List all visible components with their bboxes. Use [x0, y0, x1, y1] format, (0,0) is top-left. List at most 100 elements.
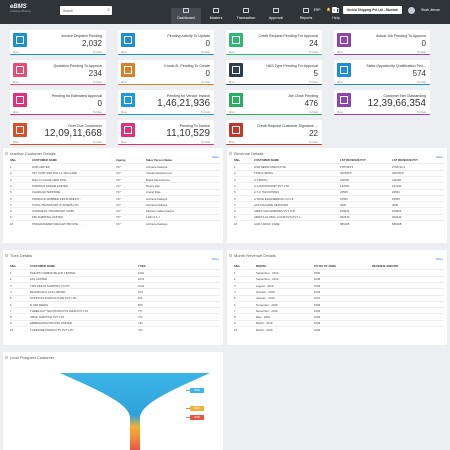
table-cell: 10 [10, 220, 32, 227]
tile-accent-bar [226, 83, 322, 85]
tile-value: 12,09,11,668 [44, 128, 102, 139]
table-cell: THRIDDRE PRODUCTS PVT. LTD [30, 326, 138, 333]
approval-icon [273, 8, 279, 13]
table-cell [372, 326, 444, 333]
tile-value: 12,39,66,354 [367, 98, 426, 109]
table-row[interactable]: 10 PROGRAMMED FREIGHT PRIVATE ... 727 Archa… [10, 220, 220, 227]
tile-icon [337, 63, 351, 77]
panel-title: Inactive Customer Details [10, 151, 56, 156]
tile-icon [229, 33, 243, 47]
tile-icon [121, 33, 135, 47]
kpi-tile[interactable]: Quotation Pending To Approve 234 More To Da… [10, 60, 106, 85]
erp-link[interactable]: ERP [314, 8, 321, 12]
revenue-panel: Revenue Details More SNo. CUSTOMER NAME … [227, 148, 447, 243]
tile-icon [13, 33, 27, 47]
month-revenue-table: SNo. MONTH TO NO OF JOBS REVENUE AMOUNT … [234, 264, 444, 333]
tile-accent-bar [10, 83, 106, 85]
kpi-tile[interactable]: Knock Al. Pending To Create 0 More To Date [118, 60, 214, 85]
notification-count: 0 [331, 7, 337, 13]
company-selector[interactable]: Orchid Shipping Pvt Ltd - Mumbai [342, 6, 402, 14]
tile-icon [337, 33, 351, 47]
tile-title: Pending for Estimated Approval [51, 94, 102, 98]
tile-accent-bar [334, 83, 430, 85]
tile-title: Job Close Pending [287, 94, 318, 98]
table-row[interactable]: 10 THRIDDRE PRODUCTS PVT. LTD 701 [10, 326, 220, 333]
tues-table: SNo. CUSTOMER NAME TUES 1 PHILIPS CARBON … [10, 264, 220, 333]
kpi-tile[interactable]: Actual Job Pending To Approve 0 More To Dat… [334, 30, 430, 55]
kpi-tile[interactable]: Pending for Vendor Invoice 1,46,21,936 Mor… [118, 90, 214, 115]
nav-approval[interactable]: Approval [261, 8, 291, 24]
tile-value: 1,46,21,936 [157, 98, 210, 109]
table-cell: 701 [138, 326, 220, 333]
kpi-tile[interactable]: Over Due Customers 12,09,11,668 More To Dat… [10, 120, 106, 145]
top-bar: eBMS enabling efficiency Search ⌕ Dashboa… [0, 0, 450, 24]
tile-accent-bar [118, 143, 214, 145]
avatar[interactable] [407, 6, 415, 14]
tile-icon [13, 63, 27, 77]
bell-icon[interactable]: 🔔 0 [327, 7, 337, 13]
table-row[interactable]: 10 March - 2019 1009 [234, 326, 444, 333]
table-cell: 1009 [314, 326, 372, 333]
tile-value: 574 [412, 69, 426, 78]
search-icon[interactable]: ⌕ [107, 7, 110, 13]
table-cell: Archana Kadaiya [146, 220, 220, 227]
top-right-tools: ERP 🔔 0 Orchid Shipping Pvt Ltd - Mumbai… [308, 6, 440, 14]
tile-value: 2,032 [81, 39, 102, 48]
search-input[interactable]: Search ⌕ [60, 6, 112, 15]
nav-masters[interactable]: Masters [201, 8, 231, 24]
kpi-tile[interactable]: H&S Type Pending For Approval 5 More To Dat… [226, 60, 322, 85]
info-icon [229, 253, 232, 257]
more-link[interactable]: More [212, 257, 219, 261]
tile-icon [13, 93, 27, 107]
legend-item: 3500 [186, 388, 204, 393]
tile-value: 22 [309, 129, 318, 138]
tile-icon [13, 123, 27, 137]
tile-icon [229, 123, 243, 137]
kpi-tile[interactable]: Pending To Invoice 11,10,529 More To Date [118, 120, 214, 145]
info-icon [229, 151, 232, 155]
tile-accent-bar [118, 53, 214, 55]
transaction-icon [243, 8, 249, 13]
panel-title: Month Revenue Details [234, 253, 276, 258]
tile-icon [229, 93, 243, 107]
revenue-table: SNo. CUSTOMER NAME LST REVENUE PVT LST R… [234, 158, 444, 227]
panel-title: Revenue Details [234, 151, 264, 156]
user-name[interactable]: Shah Jeman [421, 8, 440, 12]
kpi-tile[interactable]: Credit Request Pending For Approval 24 Mor… [226, 30, 322, 55]
table-cell: 10 [234, 326, 256, 333]
tile-accent-bar [334, 113, 430, 115]
tile-value: 5 [313, 69, 318, 78]
kpi-tile[interactable]: Invoice Dispatch Pending 2,032 More To Date [10, 30, 106, 55]
kpi-tile[interactable]: Sales Opportunity Qualification Pen... 57… [334, 60, 430, 85]
kpi-tile[interactable]: Customer Net Outstanding 12,39,66,354 More… [334, 90, 430, 115]
tile-title: Sales Opportunity Qualification Pen... [366, 64, 426, 68]
app-logo[interactable]: eBMS enabling efficiency [10, 4, 31, 13]
table-cell: 10 [10, 326, 30, 333]
table-row[interactable]: 10 AUR CARGO CARE 689168 689168 [234, 220, 444, 227]
nav-transaction[interactable]: Transaction [231, 8, 261, 24]
tile-icon [121, 63, 135, 77]
more-link[interactable]: More [436, 257, 443, 261]
tile-accent-bar [118, 83, 214, 85]
panel-title: Lead Prospect Customer [10, 355, 55, 360]
tile-title: Knock Al. Pending To Create [164, 64, 210, 68]
tile-value: 0 [97, 99, 102, 108]
kpi-tile[interactable]: Pending for Estimated Approval 0 More To Da… [10, 90, 106, 115]
tile-title: Credit Request Customer Signature ... [257, 124, 318, 128]
tile-accent-bar [226, 53, 322, 55]
kpi-tile[interactable]: Pending Activity To Update 0 More To Date [118, 30, 214, 55]
tile-value: 0 [421, 39, 426, 48]
lead-funnel-chart [60, 373, 210, 450]
panel-title: Tues Details [10, 253, 33, 258]
tile-title: Credit Request Pending For Approval [258, 34, 318, 38]
tile-title: H&S Type Pending For Approval [266, 64, 318, 68]
kpi-tile[interactable]: Credit Request Customer Signature ... 22 M… [226, 120, 322, 145]
kpi-tile[interactable]: Job Close Pending 476 More To Date [226, 90, 322, 115]
nav-dashboard[interactable]: Dashboard [171, 8, 201, 24]
inactive-customer-panel: Inactive Customer Details More SNo. CUST… [3, 148, 223, 243]
tile-accent-bar [10, 113, 106, 115]
legend-item: 2000 [186, 415, 204, 420]
info-icon [5, 253, 8, 257]
tues-panel: Tues Details More SNo. CUSTOMER NAME TUE… [3, 250, 223, 345]
tile-accent-bar [226, 113, 322, 115]
